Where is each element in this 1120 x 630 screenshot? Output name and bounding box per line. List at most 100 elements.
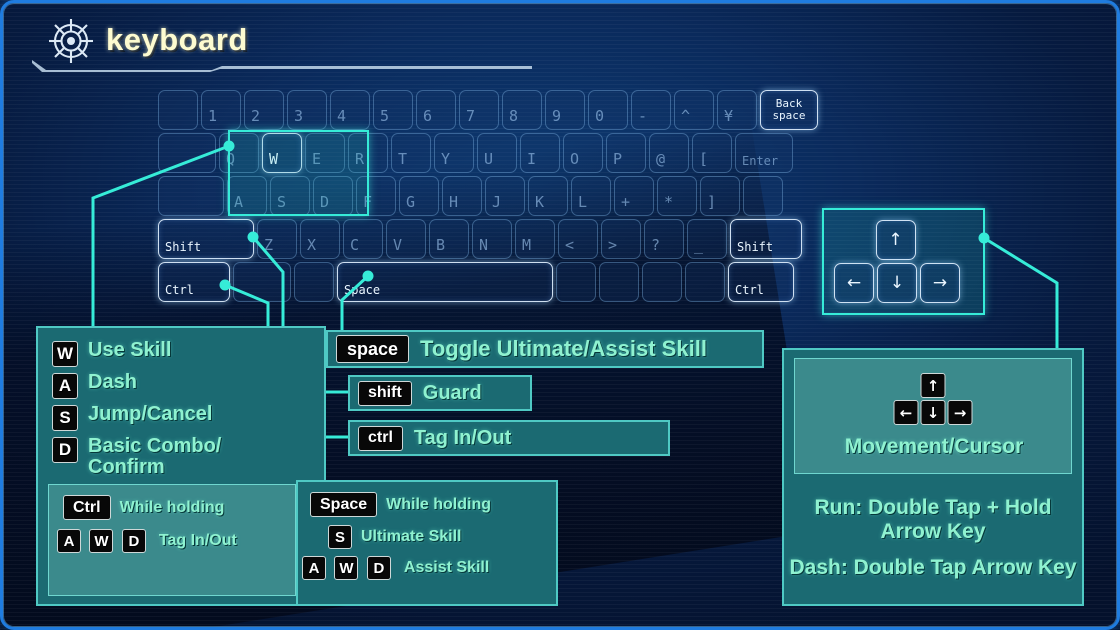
key-i[interactable]: I bbox=[520, 133, 560, 173]
assist-skill-label: Assist Skill bbox=[403, 559, 490, 576]
key-g[interactable]: G bbox=[399, 176, 439, 216]
ctrl-strip: ctrl Tag In/Out bbox=[348, 420, 670, 456]
key-u[interactable]: U bbox=[477, 133, 517, 173]
key-blank[interactable]: * bbox=[657, 176, 697, 216]
cap-w: W bbox=[89, 529, 114, 553]
wasd-row: W Use Skill bbox=[52, 340, 221, 367]
key-arrow-up[interactable]: ↑ bbox=[875, 220, 916, 260]
key-blank[interactable]: + bbox=[614, 176, 654, 216]
cap-w: W bbox=[334, 556, 359, 580]
space-hold-label: While holding bbox=[386, 495, 492, 513]
key-blank bbox=[743, 176, 783, 216]
cap-d: D bbox=[52, 437, 78, 463]
cap-ctrl: Ctrl bbox=[63, 495, 111, 520]
key-arrow-left[interactable]: ← bbox=[834, 263, 874, 303]
dash-tip: Dash: Double Tap Arrow Key bbox=[789, 556, 1077, 579]
key-h[interactable]: H bbox=[442, 176, 482, 216]
ctrl-combo-row: A W D Tag In/Out bbox=[57, 529, 237, 553]
key-0[interactable]: 0 bbox=[588, 90, 628, 130]
keyboard-row: Shift Z X C V B N M < >? _ Shift bbox=[158, 219, 821, 259]
key-t[interactable]: T bbox=[391, 133, 431, 173]
header: keyboard bbox=[0, 0, 1120, 80]
key-9[interactable]: 9 bbox=[545, 90, 585, 130]
key-ctrl[interactable]: Ctrl bbox=[158, 262, 230, 302]
key-shift[interactable]: Shift bbox=[730, 219, 802, 259]
space-hold-row: Space While holding bbox=[310, 492, 491, 517]
cap-s: S bbox=[328, 525, 352, 549]
space-assist-row: A W D Assist Skill bbox=[302, 556, 489, 580]
cap-arrow-up: ↑ bbox=[920, 373, 946, 398]
key-m[interactable]: M bbox=[515, 219, 555, 259]
wasd-panel: W Use Skill A Dash S Jump/Cancel D Basic Combo/… bbox=[36, 326, 326, 606]
key-blank bbox=[158, 90, 198, 130]
keyboard-arrow-cluster: ↑ ← ↓ → bbox=[834, 220, 960, 303]
key-blank[interactable]: > bbox=[601, 219, 641, 259]
key-j[interactable]: J bbox=[485, 176, 525, 216]
run-tip: Run: Double Tap + Hold Arrow Key bbox=[814, 496, 1052, 543]
wasd-row: D Basic Combo/ Confirm bbox=[52, 436, 221, 478]
key-space[interactable]: Space bbox=[337, 262, 553, 302]
key-blank bbox=[685, 262, 725, 302]
key-1[interactable]: 1 bbox=[201, 90, 241, 130]
wasd-action-label: Basic Combo/ Confirm bbox=[88, 435, 222, 478]
key-blank bbox=[642, 262, 682, 302]
key-enter[interactable]: Enter bbox=[735, 133, 793, 173]
key-shift[interactable]: Shift bbox=[158, 219, 254, 259]
wasd-row: A Dash bbox=[52, 372, 221, 399]
key-l[interactable]: L bbox=[571, 176, 611, 216]
key-blank[interactable]: [ bbox=[692, 133, 732, 173]
key-blank bbox=[158, 176, 224, 216]
ctrl-hold-subpanel: Ctrl While holding A W D Tag In/Out bbox=[48, 484, 296, 596]
key--[interactable]: - bbox=[631, 90, 671, 130]
wasd-list: W Use Skill A Dash S Jump/Cancel D Basic Combo/… bbox=[52, 340, 221, 483]
key-blank[interactable]: < bbox=[558, 219, 598, 259]
ctrl-combo-keys: A W D bbox=[57, 529, 150, 553]
movement-panel: ↑ ← ↓ → Movement/Cursor Run: Double Tap … bbox=[782, 348, 1084, 606]
key-arrow-right[interactable]: → bbox=[920, 263, 960, 303]
key-7[interactable]: 7 bbox=[459, 90, 499, 130]
movement-tips: Run: Double Tap + Hold Arrow Key Dash: D… bbox=[784, 496, 1082, 592]
key-z[interactable]: Z bbox=[257, 219, 297, 259]
assist-combo-keys: A W D bbox=[302, 556, 395, 580]
key-blank[interactable]: _ bbox=[687, 219, 727, 259]
key-4[interactable]: 4 bbox=[330, 90, 370, 130]
cap-d: D bbox=[121, 529, 146, 553]
key-k[interactable]: K bbox=[528, 176, 568, 216]
cap-ctrl: ctrl bbox=[358, 425, 403, 451]
shift-strip-label: Guard bbox=[422, 381, 482, 404]
key-x[interactable]: X bbox=[300, 219, 340, 259]
key-o[interactable]: O bbox=[563, 133, 603, 173]
key-back-space[interactable]: Back space bbox=[760, 90, 818, 130]
key-5[interactable]: 5 bbox=[373, 90, 413, 130]
cap-space: space bbox=[336, 335, 410, 363]
wasd-action-label: Dash bbox=[88, 371, 137, 393]
key-blank bbox=[599, 262, 639, 302]
key-2[interactable]: 2 bbox=[244, 90, 284, 130]
cap-s: S bbox=[52, 405, 78, 431]
key-3[interactable]: 3 bbox=[287, 90, 327, 130]
key-arrow-down[interactable]: ↓ bbox=[877, 263, 917, 303]
key-b[interactable]: B bbox=[429, 219, 469, 259]
ctrl-hold-row: Ctrl While holding bbox=[63, 495, 224, 520]
key-c[interactable]: C bbox=[343, 219, 383, 259]
key-n[interactable]: N bbox=[472, 219, 512, 259]
key-8[interactable]: 8 bbox=[502, 90, 542, 130]
key-blank[interactable]: ] bbox=[700, 176, 740, 216]
key-ctrl[interactable]: Ctrl bbox=[728, 262, 794, 302]
key-blank[interactable]: @ bbox=[649, 133, 689, 173]
key-blank[interactable]: ^ bbox=[674, 90, 714, 130]
title-underline bbox=[32, 60, 532, 72]
cap-arrow-right: → bbox=[947, 400, 973, 425]
cap-a: A bbox=[302, 556, 326, 580]
key-y[interactable]: Y bbox=[434, 133, 474, 173]
key-blank[interactable]: ? bbox=[644, 219, 684, 259]
ctrl-strip-label: Tag In/Out bbox=[413, 426, 512, 449]
key-p[interactable]: P bbox=[606, 133, 646, 173]
keyboard-row: Ctrl Space Ctrl bbox=[158, 262, 821, 302]
key-blank[interactable]: ¥ bbox=[717, 90, 757, 130]
key-v[interactable]: V bbox=[386, 219, 426, 259]
key-6[interactable]: 6 bbox=[416, 90, 456, 130]
space-strip: space Toggle Ultimate/Assist Skill bbox=[326, 330, 764, 368]
shift-strip: shift Guard bbox=[348, 375, 532, 411]
cap-arrow-left: ← bbox=[893, 400, 919, 425]
